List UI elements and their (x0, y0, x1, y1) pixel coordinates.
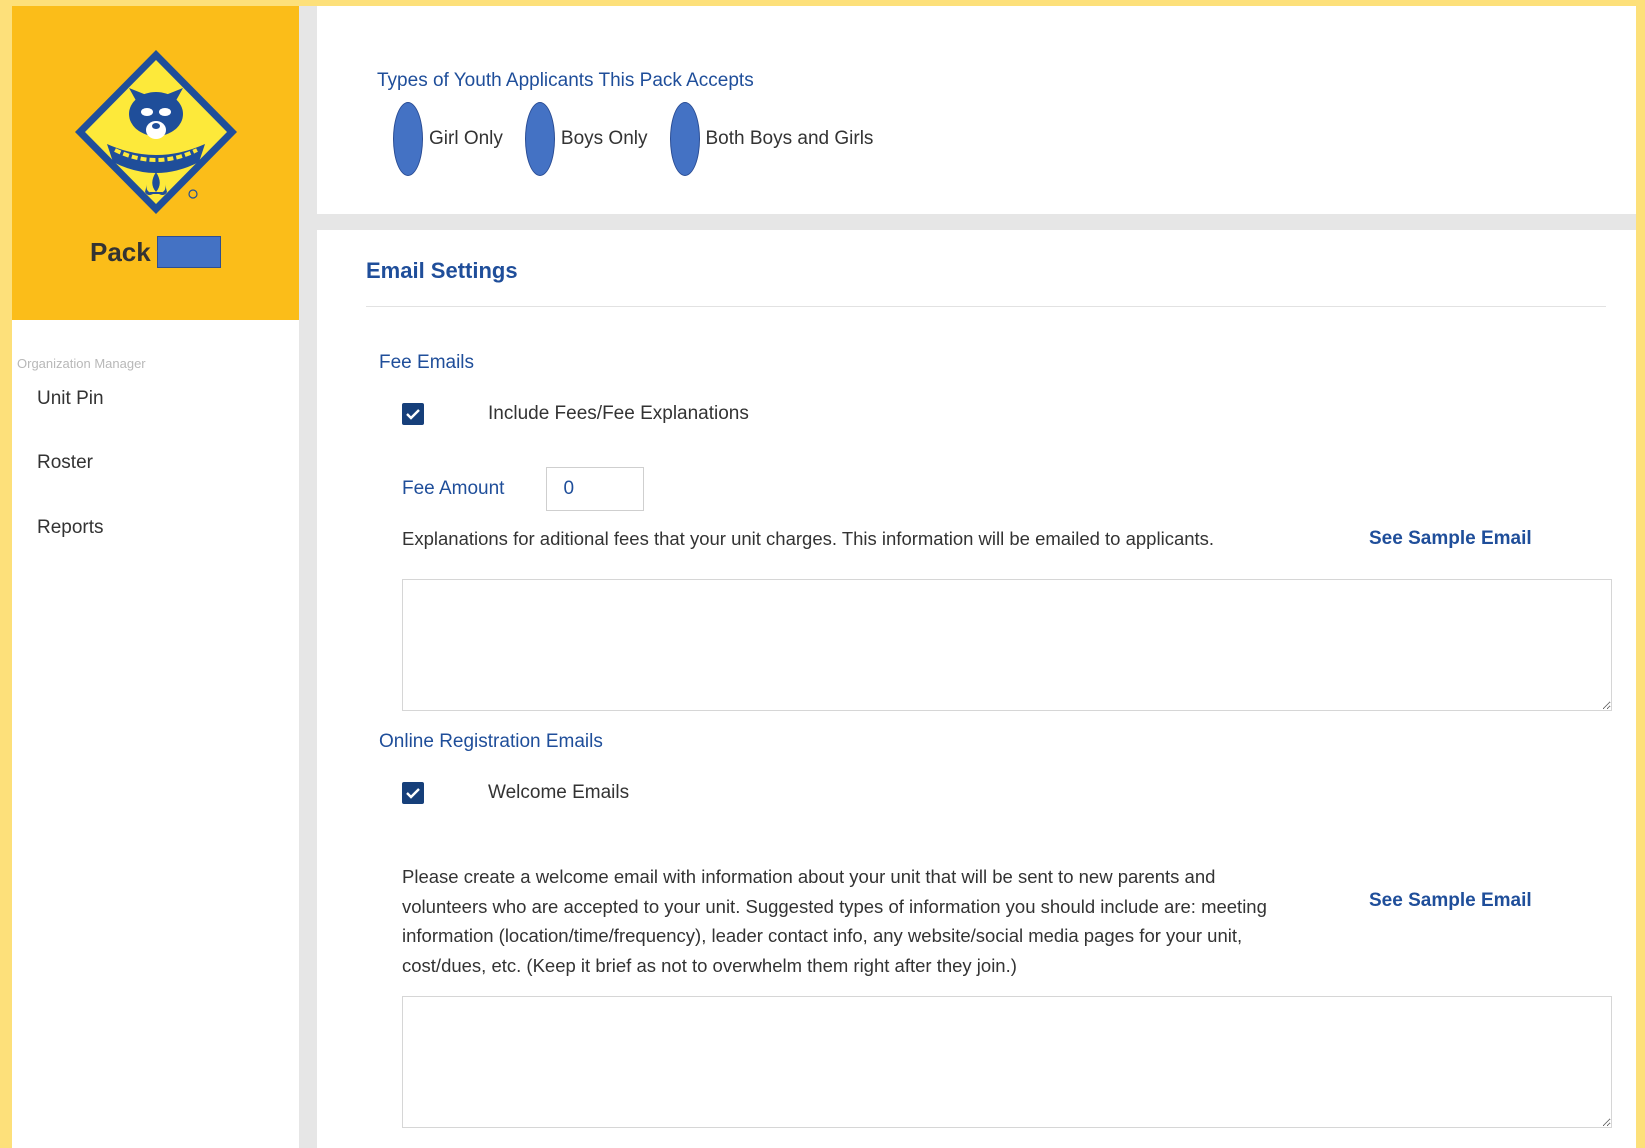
fee-amount-row: Fee Amount (402, 467, 645, 511)
radio-label-both: Both Boys and Girls (705, 128, 874, 149)
pack-label: Pack (90, 236, 151, 267)
app-frame: Pack Organization Manager Unit Pin Roste… (12, 6, 1636, 1148)
welcome-emails-checkbox[interactable] (402, 782, 424, 804)
org-manager-label: Organization Manager (17, 356, 146, 371)
youth-types-radio-group: Girl Only Boys Only Both Boys and Girls (393, 102, 895, 176)
welcome-email-textarea[interactable] (402, 996, 1612, 1128)
sidebar-gutter (299, 6, 317, 1148)
cub-scouts-logo (75, 50, 237, 214)
welcome-emails-label: Welcome Emails (488, 782, 630, 803)
youth-types-title: Types of Youth Applicants This Pack Acce… (377, 70, 754, 91)
radio-boys-only[interactable] (524, 102, 555, 176)
pack-title: Pack (90, 236, 221, 268)
youth-types-card: Types of Youth Applicants This Pack Acce… (317, 6, 1636, 214)
fee-emails-title: Fee Emails (379, 352, 475, 373)
radio-both[interactable] (669, 102, 700, 176)
sidebar-item-unit-pin[interactable]: Unit Pin (37, 388, 104, 410)
radio-girl-only[interactable] (393, 102, 423, 176)
online-registration-title: Online Registration Emails (379, 731, 603, 752)
welcome-see-sample-email-link[interactable]: See Sample Email (1369, 890, 1532, 912)
check-icon (406, 409, 420, 420)
divider (366, 306, 1606, 307)
email-settings-card: Email Settings Fee Emails Include Fees/F… (317, 230, 1636, 1148)
fee-explanation-text: Explanations for aditional fees that you… (402, 528, 1215, 549)
fee-amount-label: Fee Amount (402, 478, 505, 499)
fee-amount-input[interactable] (546, 467, 645, 511)
brand-panel: Pack (12, 6, 299, 320)
fee-explanation-textarea[interactable] (402, 579, 1612, 711)
radio-label-girl-only: Girl Only (429, 128, 503, 149)
section-separator (317, 214, 1636, 230)
include-fees-row: Include Fees/Fee Explanations (402, 403, 749, 425)
welcome-emails-row: Welcome Emails (402, 782, 629, 804)
email-settings-title: Email Settings (366, 258, 518, 283)
sidebar: Pack Organization Manager Unit Pin Roste… (12, 6, 299, 1148)
pack-number-redacted (156, 236, 221, 268)
welcome-email-description: Please create a welcome email with infor… (402, 866, 1267, 976)
sidebar-item-roster[interactable]: Roster (37, 452, 93, 474)
include-fees-label: Include Fees/Fee Explanations (488, 403, 749, 424)
fee-see-sample-email-link[interactable]: See Sample Email (1369, 528, 1532, 550)
include-fees-checkbox[interactable] (402, 403, 424, 425)
radio-label-boys-only: Boys Only (560, 128, 648, 149)
sidebar-item-reports[interactable]: Reports (37, 517, 104, 539)
check-icon (406, 788, 420, 799)
